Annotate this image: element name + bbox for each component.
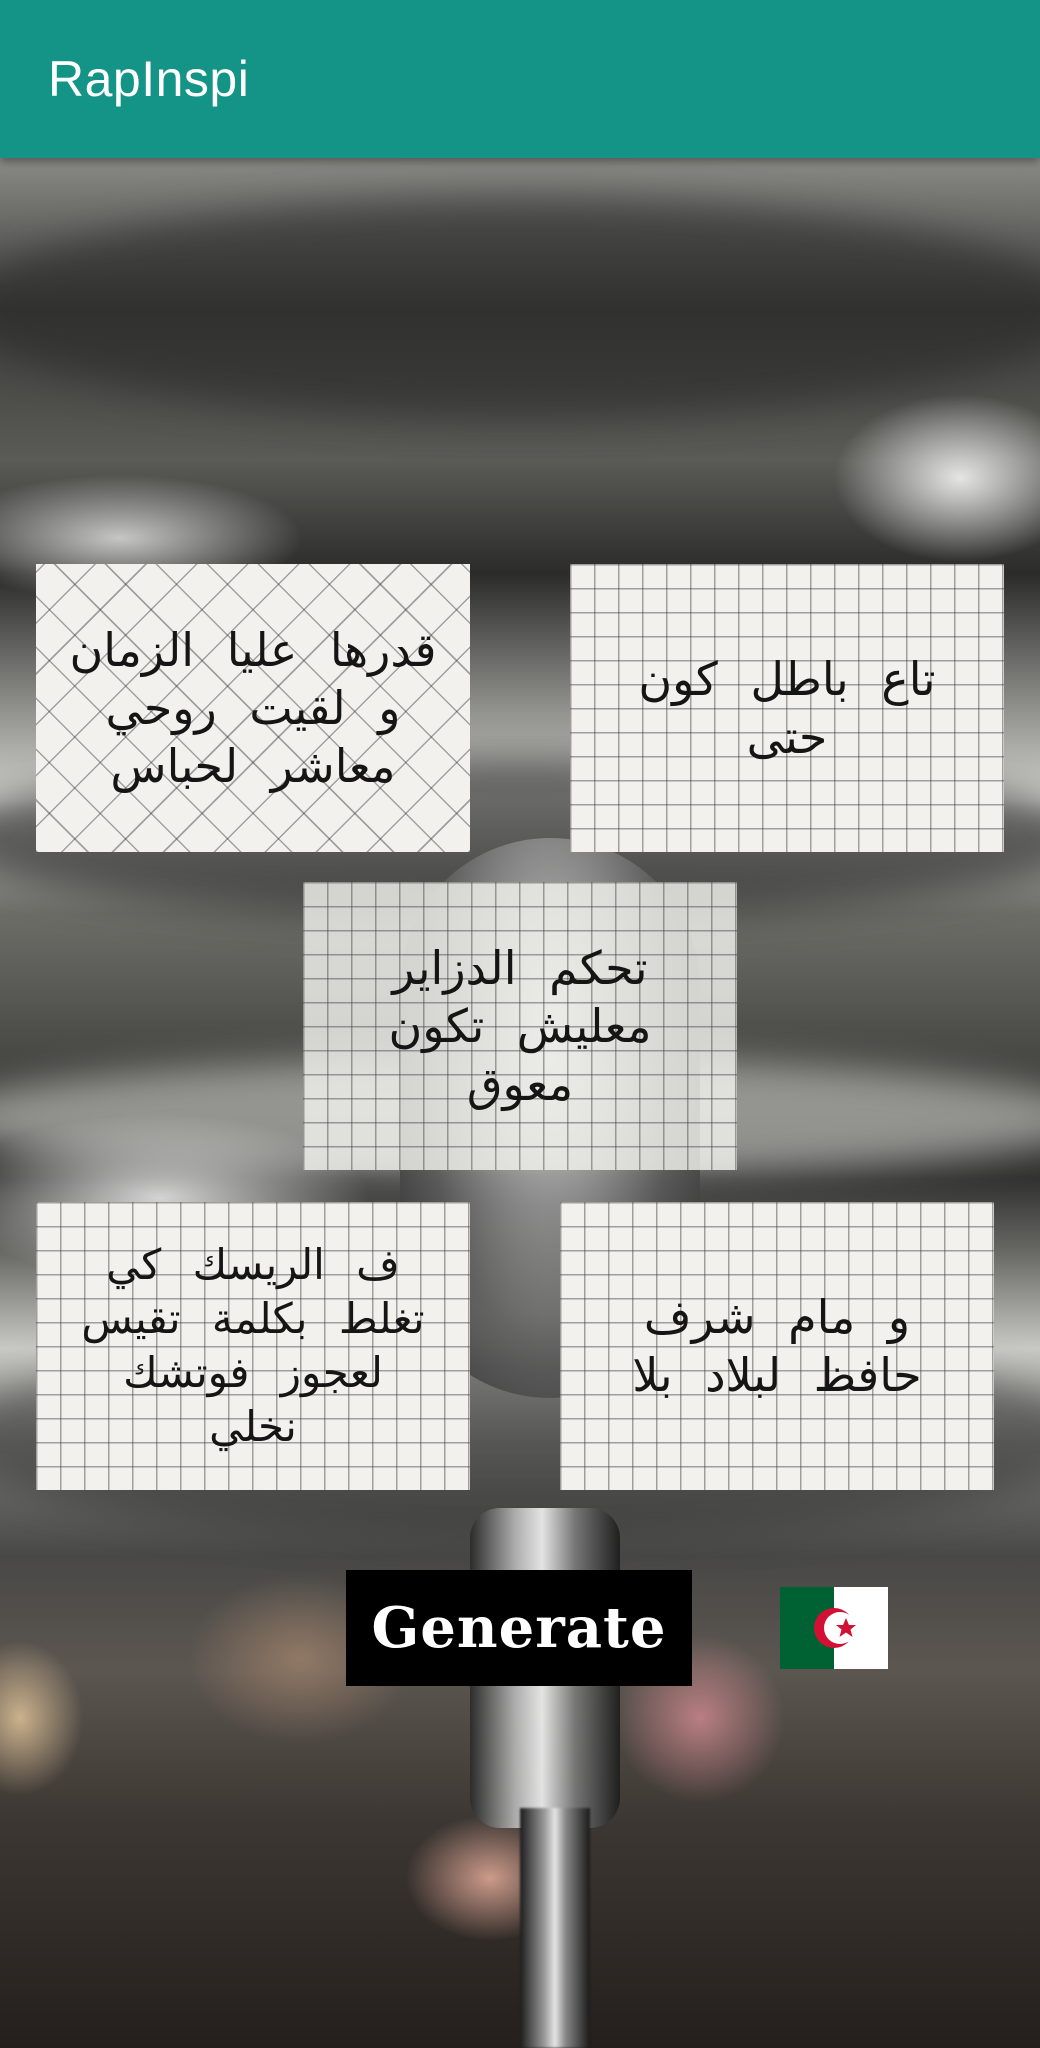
lyric-text: قدرها عليا الزمان و لقيت روحي معاشر لحبا… bbox=[69, 623, 437, 793]
lyric-text: ف الريسك كي تغلط بكلمة تقيس لعجوز فوتشك … bbox=[81, 1240, 425, 1451]
app-title: RapInspi bbox=[48, 51, 250, 107]
lyric-card-4: ف الريسك كي تغلط بكلمة تقيس لعجوز فوتشك … bbox=[36, 1202, 470, 1490]
lyric-card-1: قدرها عليا الزمان و لقيت روحي معاشر لحبا… bbox=[36, 564, 470, 852]
lyric-text: تحكم الدزاير معليش تكون معوق bbox=[388, 941, 652, 1111]
algeria-flag-icon[interactable] bbox=[780, 1587, 888, 1669]
lyric-text: تاع باطل كون حتى bbox=[638, 652, 936, 764]
lyric-card-2: تاع باطل كون حتى bbox=[570, 564, 1004, 852]
microphone-stand bbox=[520, 1808, 590, 2048]
lyric-card-3: تحكم الدزاير معليش تكون معوق bbox=[303, 882, 737, 1170]
lyric-text: و مام شرف حافظ لبلاد بلا bbox=[632, 1290, 922, 1402]
lyric-card-5: و مام شرف حافظ لبلاد بلا bbox=[560, 1202, 994, 1490]
generate-button[interactable]: Generate bbox=[346, 1570, 692, 1686]
app-screen: RapInspi قدرها عليا الزمان و لقيت روحي م… bbox=[0, 0, 1040, 2048]
app-bar: RapInspi bbox=[0, 0, 1040, 158]
